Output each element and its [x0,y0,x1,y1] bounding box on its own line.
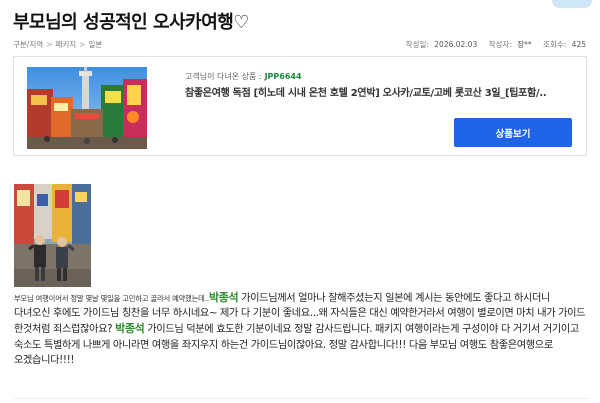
breadcrumb-separator: > [79,40,86,49]
author-value: 장** [517,40,532,49]
post-info: 작성일: 2026.02.03 작성자: 장** 조회수: 425 [405,40,586,49]
views-value: 425 [571,40,586,49]
guide-name-highlight: 박종석 [208,291,239,304]
breadcrumb-separator: > [46,40,53,49]
travel-photo-image [14,184,91,287]
product-name-link[interactable]: 참좋은여행 독점 [히노데 시내 온천 호텔 2연박] 오사카/교토/고베 롯코… [185,84,547,99]
view-product-button[interactable]: 상품보기 [454,118,572,147]
osaka-street-image [27,67,147,149]
review-content: 부모님 여행이어서 정말 몇날 몇일을 고민하고 골라서 예약했는데..박종석 … [14,290,588,368]
page-title: 부모님의 성공적인 오사카여행♡ [13,12,249,33]
guide-name-highlight: 박종석 [115,322,145,336]
product-code-label: 고객님이 다녀온 상품 : [185,72,262,81]
breadcrumb-item[interactable]: 패키지 [55,40,76,49]
product-code: JPP6644 [264,72,302,81]
product-thumbnail[interactable] [27,67,147,149]
top-corner-badge [552,0,592,8]
review-photo[interactable] [14,184,91,287]
breadcrumb-item[interactable]: 일본 [88,40,102,49]
views-label: 조회수 [543,40,564,49]
breadcrumb-item: 구분/지역 [13,40,44,49]
breadcrumb: 구분/지역 > 패키지 > 일본 [13,39,102,50]
product-code-line: 고객님이 다녀온 상품 : JPP6644 [185,71,302,82]
date-value: 2026.02.03 [434,40,478,49]
meta-row: 구분/지역 > 패키지 > 일본 작성일: 2026.02.03 작성자: 장** 조회… [13,39,588,53]
author-label: 작성자 [488,40,510,49]
product-card: 고객님이 다녀온 상품 : JPP6644 참좋은여행 독점 [히노데 시내 온천… [13,56,587,156]
divider [14,398,588,399]
review-intro: 부모님 여행이어서 정말 몇날 몇일을 고민하고 골라서 예약했는데.. [14,294,209,303]
date-label: 작성일 [405,40,427,49]
